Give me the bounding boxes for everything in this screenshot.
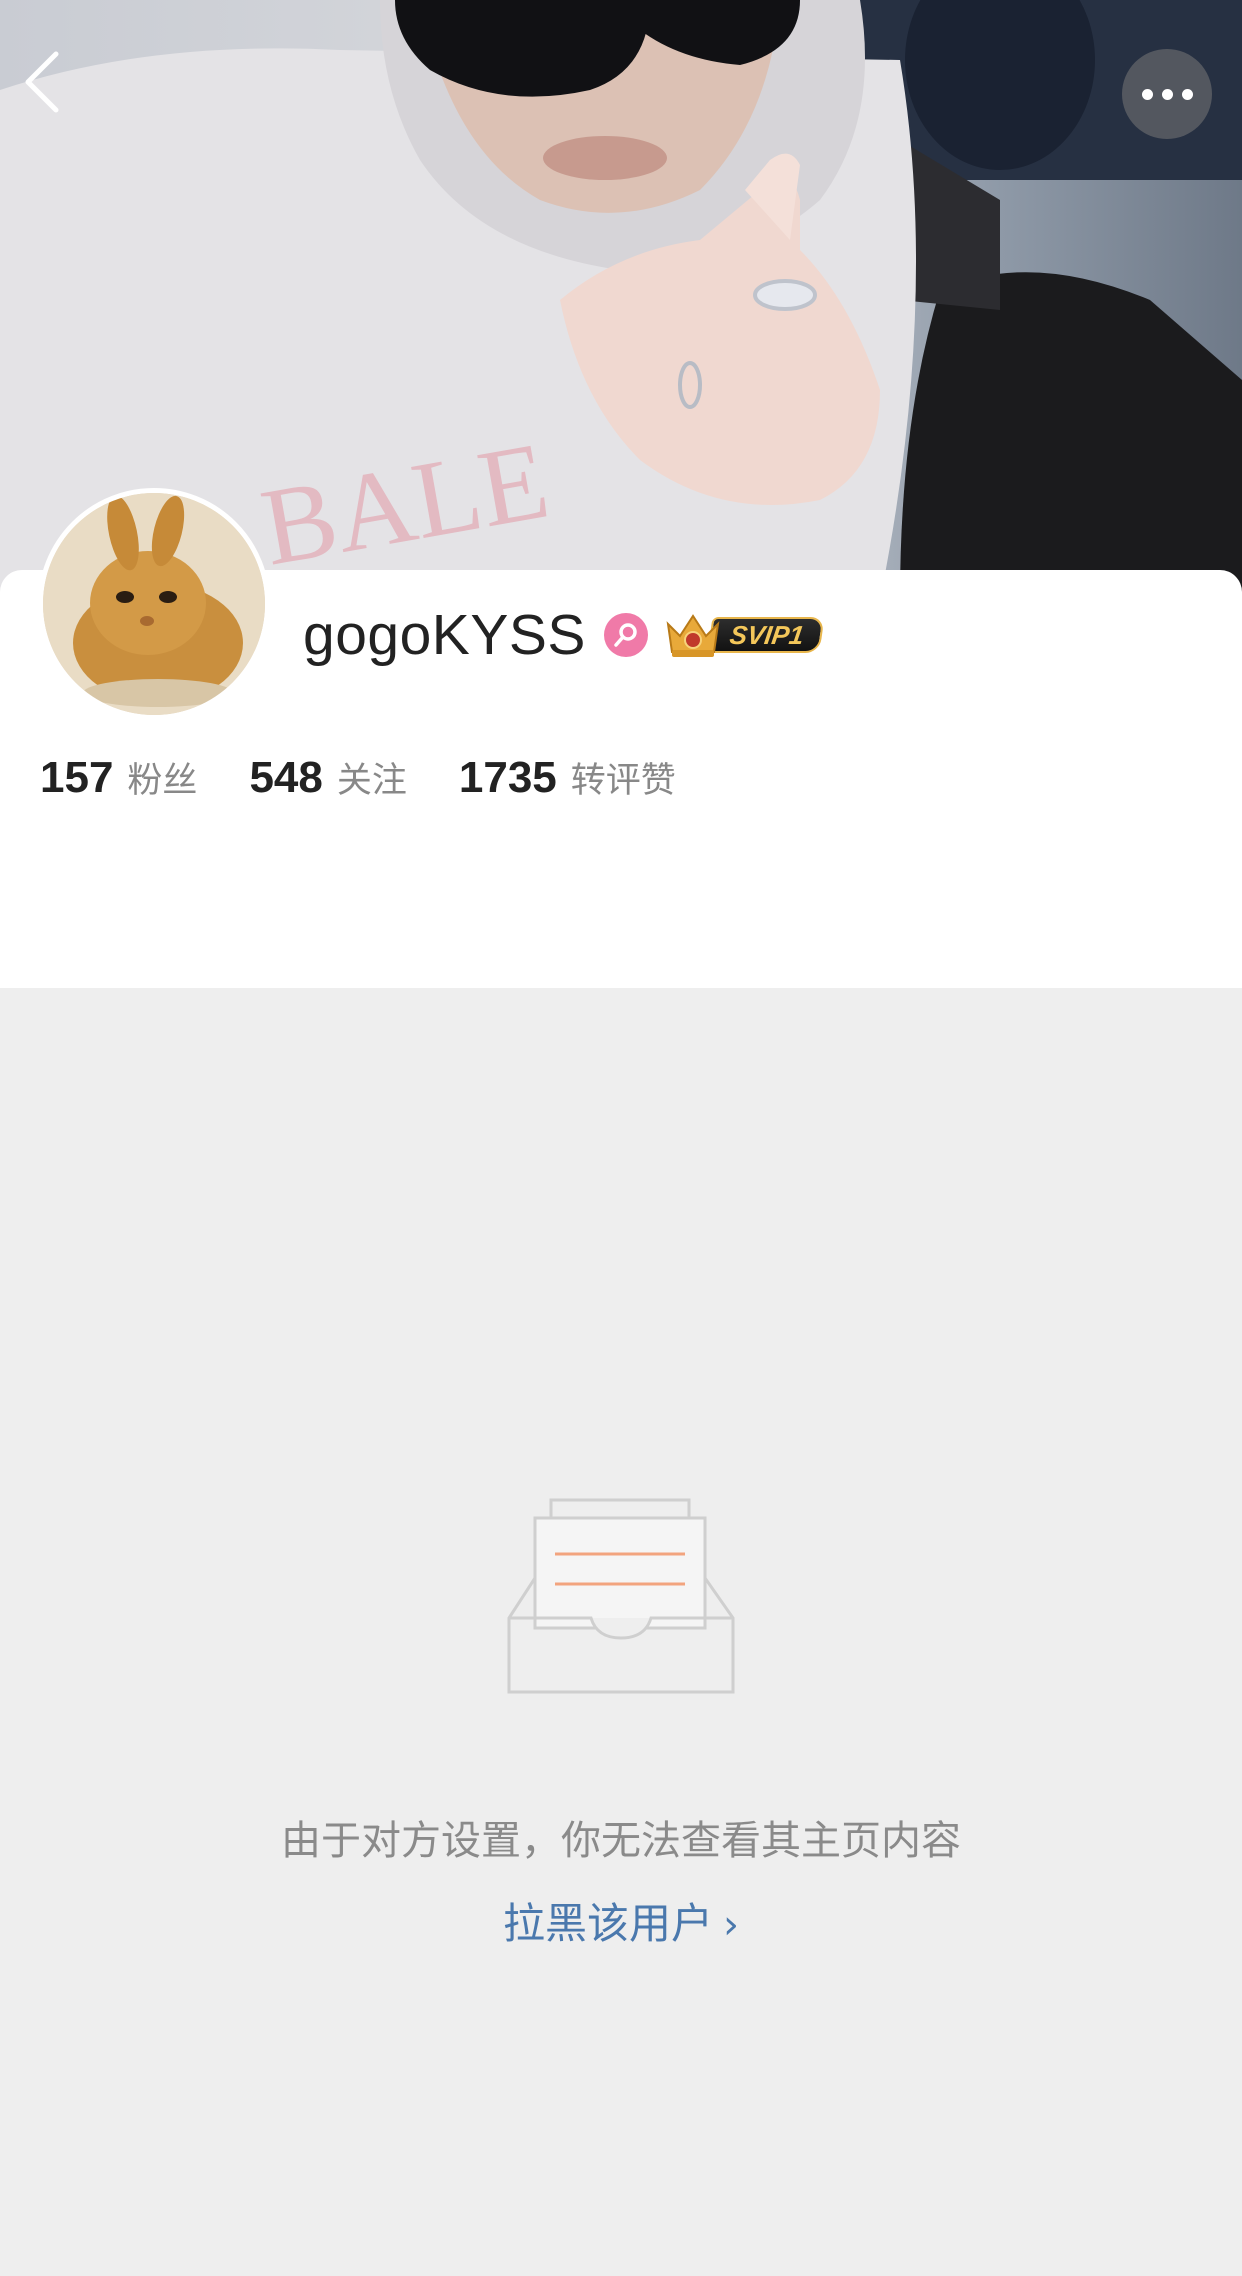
- vip-badge[interactable]: SVIP1: [664, 613, 825, 657]
- stat-followers[interactable]: 157 粉丝: [40, 752, 197, 803]
- restricted-content-message: 由于对方设置，你无法查看其主页内容: [281, 1818, 961, 1864]
- more-options-button[interactable]: [1122, 49, 1212, 139]
- username[interactable]: gogoKYSS: [303, 602, 586, 668]
- block-user-link[interactable]: 拉黑该用户 ›: [0, 1890, 1242, 1951]
- avatar[interactable]: [38, 488, 270, 720]
- profile-page: BALE gogoKYSS SVIP1 157 粉丝 548 关注 1735 转…: [0, 0, 1242, 2276]
- followers-label: 粉丝: [127, 761, 198, 801]
- vip-badge-label: SVIP1: [707, 617, 825, 653]
- more-dots-icon: [1161, 88, 1173, 100]
- crown-icon: [666, 614, 720, 657]
- female-icon: [603, 613, 648, 657]
- avatar-image: [43, 493, 265, 715]
- reposts-comments-likes-count: 1735: [458, 753, 557, 802]
- back-button[interactable]: [22, 50, 102, 140]
- username-row: gogoKYSS SVIP1: [303, 600, 825, 670]
- reposts-comments-likes-label: 转评赞: [570, 761, 676, 801]
- chevron-left-icon: [25, 51, 59, 113]
- stat-reposts-comments-likes[interactable]: 1735 转评赞: [459, 752, 676, 803]
- inbox-tray-icon: [507, 1498, 735, 1694]
- more-dots-icon: [1181, 88, 1193, 100]
- block-user-label: 拉黑该用户: [502, 1899, 713, 1948]
- following-label: 关注: [336, 761, 407, 801]
- stat-following[interactable]: 548 关注: [249, 752, 406, 803]
- stats-row: 157 粉丝 548 关注 1735 转评赞: [40, 752, 676, 812]
- following-count: 548: [249, 753, 323, 802]
- more-dots-icon: [1141, 88, 1153, 100]
- chevron-right-icon: ›: [723, 1902, 739, 1948]
- followers-count: 157: [40, 753, 114, 802]
